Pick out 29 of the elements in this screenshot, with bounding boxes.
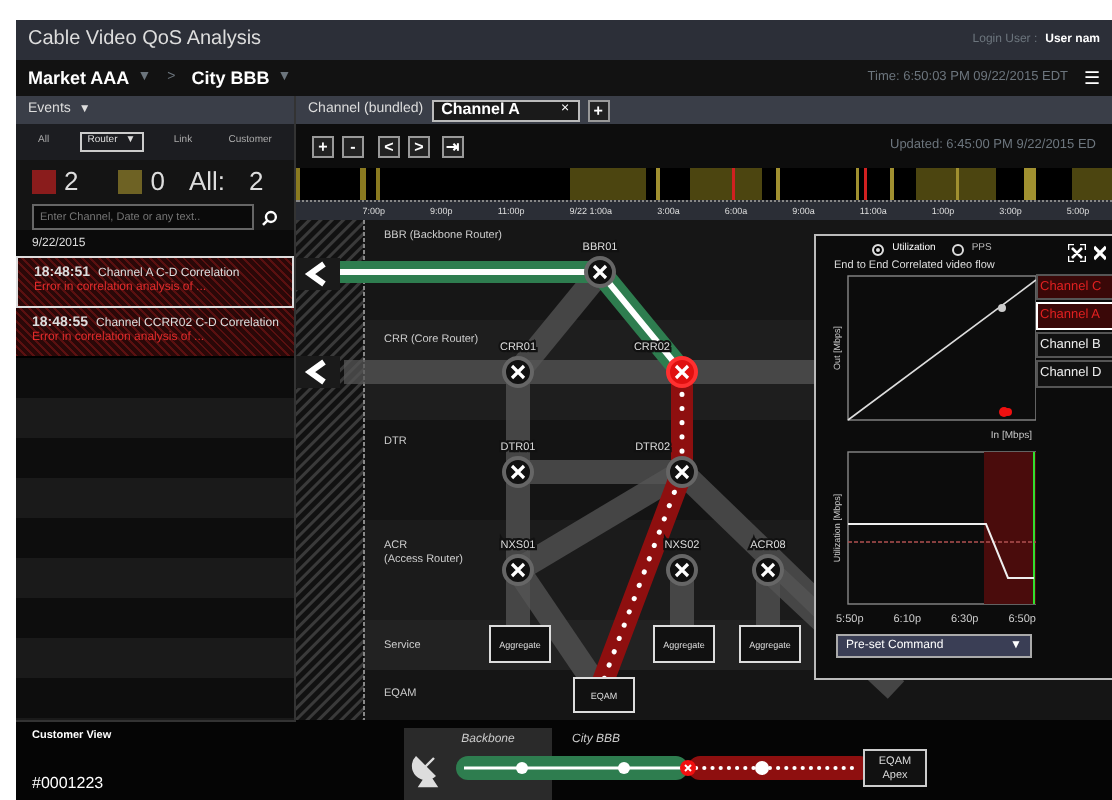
chevron-left-icon[interactable] — [296, 356, 340, 388]
router-node[interactable] — [752, 554, 784, 586]
breadcrumb-link[interactable]: City BBB — [191, 67, 270, 89]
router-node[interactable] — [666, 356, 698, 388]
toolbar-button[interactable]: + — [312, 135, 334, 157]
add-tab-button[interactable]: + — [587, 99, 610, 121]
breadcrumb-link[interactable]: Market AAA — [28, 67, 130, 89]
router-node[interactable] — [502, 356, 534, 388]
chevron-left-icon[interactable] — [296, 258, 340, 290]
router-node[interactable] — [666, 456, 698, 488]
search-icon[interactable] — [262, 209, 278, 225]
event-count: 0 — [150, 167, 165, 197]
router-node[interactable] — [502, 554, 534, 586]
expand-icon[interactable] — [1068, 244, 1086, 262]
close-icon[interactable] — [1094, 244, 1106, 262]
event-count: 2 — [64, 167, 79, 197]
satellite-dish-icon — [411, 756, 438, 788]
router-node[interactable] — [502, 456, 534, 488]
toolbar-button[interactable]: > — [408, 135, 430, 157]
all-label: All: — [188, 167, 226, 197]
app-title: Cable Video QoS Analysis — [28, 28, 262, 52]
customer-id: #0001223 — [32, 773, 106, 792]
toolbar-button[interactable]: < — [378, 135, 400, 157]
router-node[interactable] — [584, 256, 616, 288]
router-node[interactable] — [666, 554, 698, 586]
toolbar-button[interactable]: ⇥ — [442, 135, 464, 157]
toolbar-button[interactable]: - — [342, 135, 364, 157]
event-count: 2 — [249, 167, 264, 197]
menu-icon[interactable]: ☰ — [1084, 67, 1100, 89]
